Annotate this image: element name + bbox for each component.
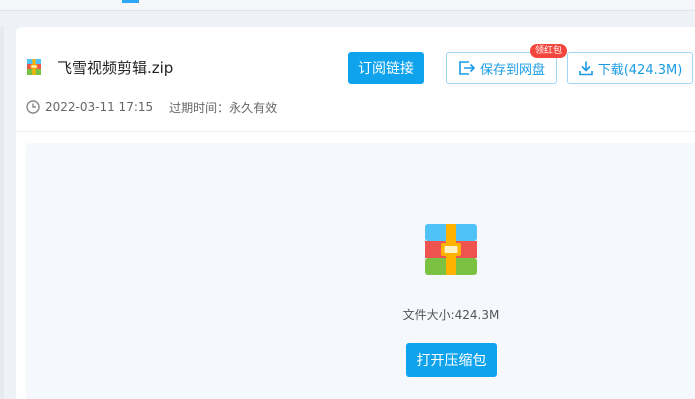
download-button[interactable]: 下载(424.3M) — [567, 52, 693, 84]
save-to-cloud-label: 保存到网盘 — [479, 62, 545, 78]
red-packet-badge[interactable]: 领红包 — [530, 44, 568, 58]
file-size-text: 文件大小:424.3M — [402, 308, 500, 322]
subscribe-button[interactable]: 订阅链接 — [348, 52, 424, 84]
file-name: 飞雪视频剪辑.zip — [57, 59, 174, 77]
download-icon — [578, 61, 593, 76]
archive-preview-panel — [26, 143, 695, 399]
archive-large-icon — [425, 224, 477, 275]
open-archive-button[interactable]: 打开压缩包 — [406, 343, 497, 377]
save-to-cloud-icon — [459, 61, 476, 75]
header-divider — [16, 131, 695, 132]
clock-icon — [26, 100, 40, 114]
active-tab-indicator — [122, 0, 139, 3]
file-meta: 2022-03-11 17:15 过期时间：永久有效 — [26, 99, 277, 115]
download-label: 下载(424.3M) — [597, 62, 683, 78]
archive-icon — [27, 59, 41, 75]
top-bar — [0, 0, 695, 11]
left-panel-edge — [0, 27, 4, 399]
upload-date: 2022-03-11 17:15 — [45, 100, 154, 114]
expiry-text: 过期时间：永久有效 — [169, 100, 278, 115]
